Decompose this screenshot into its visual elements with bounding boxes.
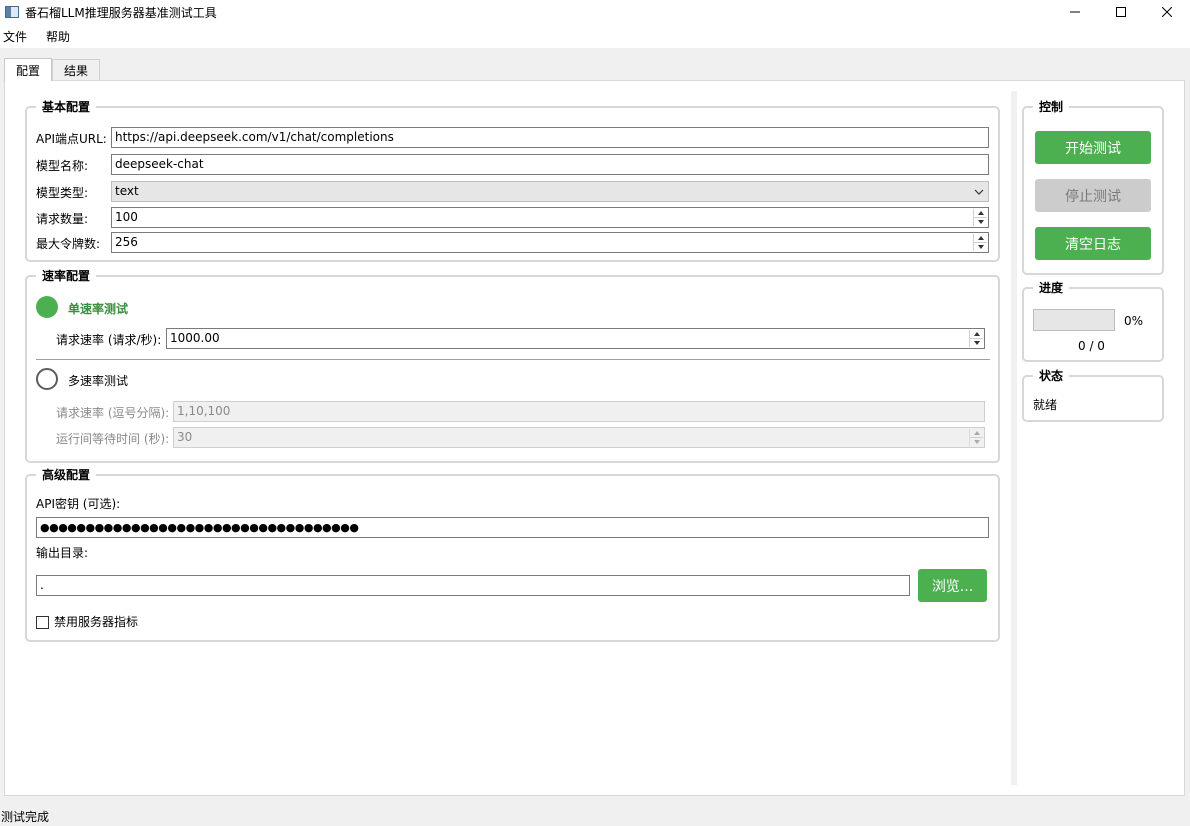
wait-time-value: 30 bbox=[177, 430, 193, 444]
minimize-icon bbox=[1070, 11, 1080, 13]
api-url-label: API端点URL: bbox=[36, 132, 107, 146]
progress-bar bbox=[1033, 309, 1115, 331]
tab-results[interactable]: 结果 bbox=[52, 59, 101, 81]
model-type-select[interactable]: text bbox=[111, 181, 989, 202]
request-count-spinbox[interactable]: 100 bbox=[111, 207, 989, 228]
control-title: 控制 bbox=[1033, 99, 1070, 115]
menu-file[interactable]: 文件 bbox=[0, 28, 35, 45]
rate-config-group: 速率配置 单速率测试 请求速率 (请求/秒): 1000.00 多速率测试 请求… bbox=[25, 268, 1000, 463]
spin-down-icon[interactable] bbox=[974, 218, 987, 226]
basic-config-title: 基本配置 bbox=[36, 99, 97, 115]
request-count-value: 100 bbox=[115, 210, 138, 224]
spin-up-icon[interactable] bbox=[974, 234, 987, 242]
max-tokens-spinbox[interactable]: 256 bbox=[111, 232, 989, 253]
spin-up-icon[interactable] bbox=[974, 209, 987, 217]
request-rate-value: 1000.00 bbox=[170, 331, 220, 345]
request-rate-label: 请求速率 (请求/秒): bbox=[56, 333, 162, 347]
progress-group: 进度 0% 0 / 0 bbox=[1022, 280, 1164, 362]
rate-config-title: 速率配置 bbox=[36, 268, 97, 284]
model-name-label: 模型名称: bbox=[36, 159, 89, 173]
status-text: 就绪 bbox=[1033, 398, 1058, 412]
status-title: 状态 bbox=[1033, 368, 1070, 384]
stop-test-button[interactable]: 停止测试 bbox=[1035, 179, 1151, 212]
advanced-config-group: 高级配置 API密钥 (可选): ●●●●●●●●●●●●●●●●●●●●●●●… bbox=[25, 467, 1000, 642]
close-icon bbox=[1162, 7, 1172, 17]
menu-bar: 文件 帮助 bbox=[0, 24, 1190, 48]
max-tokens-stepper[interactable] bbox=[973, 234, 987, 251]
model-type-value: text bbox=[115, 184, 139, 198]
request-rate-stepper[interactable] bbox=[969, 330, 983, 347]
status-group: 状态 就绪 bbox=[1022, 368, 1164, 422]
model-type-label: 模型类型: bbox=[36, 186, 89, 200]
window-title: 番石榴LLM推理服务器基准测试工具 bbox=[25, 5, 217, 20]
tab-config[interactable]: 配置 bbox=[4, 58, 53, 81]
disable-metrics-label[interactable]: 禁用服务器指标 bbox=[54, 615, 138, 629]
multi-rates-input[interactable]: 1,10,100 bbox=[173, 401, 985, 422]
spin-down-icon[interactable] bbox=[974, 243, 987, 251]
progress-count: 0 / 0 bbox=[1078, 339, 1105, 353]
spin-down-icon[interactable] bbox=[970, 339, 983, 347]
tab-bar: 配置 结果 bbox=[4, 58, 101, 81]
spin-up-icon[interactable] bbox=[970, 429, 983, 437]
multi-rates-label: 请求速率 (逗号分隔): bbox=[56, 406, 170, 420]
model-name-input[interactable]: deepseek-chat bbox=[111, 154, 989, 175]
wait-time-spinbox[interactable]: 30 bbox=[173, 427, 985, 448]
basic-config-group: 基本配置 API端点URL: https://api.deepseek.com/… bbox=[25, 99, 1000, 262]
advanced-config-title: 高级配置 bbox=[36, 467, 97, 483]
config-tab-pane: 基本配置 API端点URL: https://api.deepseek.com/… bbox=[4, 80, 1185, 796]
rate-separator bbox=[36, 359, 990, 360]
multi-rate-label[interactable]: 多速率测试 bbox=[68, 374, 128, 388]
chevron-down-icon bbox=[974, 182, 984, 201]
single-rate-label[interactable]: 单速率测试 bbox=[68, 302, 128, 316]
maximize-button[interactable] bbox=[1098, 0, 1144, 24]
output-dir-input[interactable]: . bbox=[36, 575, 910, 596]
request-count-stepper[interactable] bbox=[973, 209, 987, 226]
minimize-button[interactable] bbox=[1052, 0, 1098, 24]
close-button[interactable] bbox=[1144, 0, 1190, 24]
maximize-icon bbox=[1116, 7, 1126, 17]
wait-time-label: 运行间等待时间 (秒): bbox=[56, 432, 170, 446]
output-dir-label: 输出目录: bbox=[36, 546, 89, 560]
disable-metrics-checkbox[interactable] bbox=[36, 616, 49, 629]
spin-down-icon[interactable] bbox=[970, 438, 983, 446]
panel-splitter[interactable] bbox=[1011, 91, 1017, 785]
browse-button[interactable]: 浏览... bbox=[918, 569, 987, 602]
title-bar: 番石榴LLM推理服务器基准测试工具 bbox=[0, 0, 1190, 24]
api-key-input[interactable]: ●●●●●●●●●●●●●●●●●●●●●●●●●●●●●●●●●●● bbox=[36, 517, 989, 538]
spin-up-icon[interactable] bbox=[970, 330, 983, 338]
window-controls bbox=[1052, 0, 1190, 24]
max-tokens-value: 256 bbox=[115, 235, 138, 249]
request-rate-spinbox[interactable]: 1000.00 bbox=[166, 328, 985, 349]
api-url-input[interactable]: https://api.deepseek.com/v1/chat/complet… bbox=[111, 127, 989, 148]
single-rate-radio[interactable] bbox=[36, 296, 58, 318]
progress-title: 进度 bbox=[1033, 280, 1070, 296]
statusbar-text: 测试完成 bbox=[1, 810, 50, 824]
max-tokens-label: 最大令牌数: bbox=[36, 237, 101, 251]
control-group: 控制 开始测试 停止测试 清空日志 bbox=[1022, 99, 1164, 275]
api-key-label: API密钥 (可选): bbox=[36, 497, 121, 511]
progress-percent: 0% bbox=[1124, 314, 1144, 328]
clear-log-button[interactable]: 清空日志 bbox=[1035, 227, 1151, 260]
multi-rate-radio[interactable] bbox=[36, 368, 58, 390]
start-test-button[interactable]: 开始测试 bbox=[1035, 131, 1151, 164]
request-count-label: 请求数量: bbox=[36, 212, 89, 226]
menu-help[interactable]: 帮助 bbox=[42, 28, 78, 45]
app-icon bbox=[5, 6, 19, 18]
wait-time-stepper[interactable] bbox=[969, 429, 983, 446]
